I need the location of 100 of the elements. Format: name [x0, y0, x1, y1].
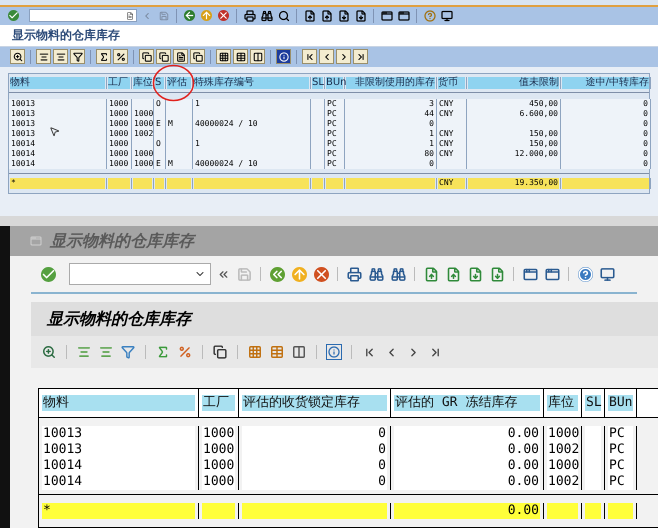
table-cell: 12.000,00 — [467, 148, 561, 159]
previous-icon[interactable] — [319, 49, 334, 64]
table-cell: 80 — [345, 148, 437, 159]
column-header[interactable]: 值未限制 — [468, 76, 559, 89]
cancel-icon[interactable] — [216, 8, 231, 24]
column-header[interactable]: 工厂 — [108, 76, 130, 89]
column-header[interactable]: 评估的收货锁定库存 — [242, 395, 387, 411]
table-cell: M — [166, 118, 193, 129]
table-cell: 40000024 / 10 — [193, 158, 311, 169]
info-icon[interactable] — [276, 49, 291, 64]
column-header[interactable]: 评估 — [167, 76, 191, 89]
column-header[interactable]: 非限制使用的库存 — [346, 76, 435, 89]
print-icon[interactable] — [242, 8, 257, 24]
table-cell: 1002 — [547, 442, 578, 458]
detail-icon[interactable] — [10, 49, 25, 64]
window-title: 显示物料的仓库库存 — [50, 230, 194, 252]
print-icon[interactable] — [345, 265, 363, 283]
column-header[interactable]: SL — [585, 395, 601, 411]
table-cell: 1000 — [132, 148, 154, 159]
info-icon[interactable] — [326, 344, 342, 360]
column-header[interactable]: BUn — [608, 395, 633, 411]
table-cell: 1000 — [202, 426, 235, 442]
table-cell: PC — [325, 118, 345, 129]
table-cell: PC — [608, 426, 633, 442]
total-cell — [202, 503, 235, 519]
check-icon[interactable] — [6, 8, 21, 24]
layout-grid-icon[interactable] — [216, 49, 231, 64]
total-cell — [133, 178, 152, 189]
export-icon[interactable] — [139, 49, 154, 64]
command-field[interactable] — [29, 9, 137, 22]
table-cell: PC — [325, 158, 345, 169]
total-cell: CNY — [438, 178, 465, 189]
table-cell: PC — [608, 458, 633, 474]
layout-icon[interactable] — [439, 8, 454, 24]
table-cell: E — [154, 118, 166, 129]
back-icon[interactable] — [268, 265, 286, 283]
change-layout-icon[interactable] — [233, 49, 248, 64]
table-cell: 0 — [561, 108, 651, 119]
help-icon[interactable] — [576, 265, 594, 283]
last-icon[interactable] — [353, 49, 368, 64]
column-header[interactable]: 评估的 GR 冻结库存 — [394, 395, 540, 411]
table-cell: 3 — [345, 98, 437, 109]
table-cell: PC — [325, 128, 345, 139]
find-icon[interactable] — [367, 265, 385, 283]
table-cell: 0.00 — [394, 442, 540, 458]
total-cell — [312, 178, 323, 189]
total-cell — [585, 503, 601, 519]
total-cell: * — [10, 178, 105, 189]
next-icon[interactable] — [336, 49, 351, 64]
table-cell: 1000 — [107, 148, 132, 159]
table-cell: 0 — [242, 426, 387, 442]
back-icon[interactable] — [182, 8, 197, 24]
column-header[interactable]: 特殊库存编号 — [194, 76, 309, 89]
column-header[interactable]: 货币 — [438, 76, 465, 89]
table-cell: 0 — [561, 128, 651, 139]
cancel-icon[interactable] — [312, 265, 330, 283]
table-cell: 0 — [561, 98, 651, 109]
table-cell: 0 — [561, 118, 651, 129]
table-cell: 1000 — [547, 426, 578, 442]
column-header[interactable]: 工厂 — [202, 395, 235, 411]
table-cell: 10014 — [9, 138, 107, 149]
column-header[interactable]: 库位 — [547, 395, 578, 411]
export-icon[interactable] — [212, 344, 228, 360]
column-header[interactable]: 物料 — [42, 395, 195, 411]
table-cell: 1 — [193, 138, 311, 149]
column-header[interactable]: SL — [312, 76, 323, 89]
total-cell: 19.350,00 — [468, 178, 559, 189]
find-icon[interactable] — [259, 8, 274, 24]
table-cell: 0 — [561, 148, 651, 159]
monitor-icon[interactable] — [598, 265, 616, 283]
word-processing-icon[interactable] — [173, 49, 188, 64]
table-cell: 1002 — [132, 128, 154, 139]
screen-title: 显示物料的仓库库存 — [47, 308, 191, 330]
command-field[interactable] — [69, 263, 211, 285]
filter-icon[interactable] — [70, 49, 85, 64]
table-cell: 10013 — [9, 108, 107, 119]
column-header[interactable]: 库位 — [133, 76, 152, 89]
table-cell: 0 — [345, 118, 437, 129]
table-cell: O — [154, 98, 166, 109]
first-icon[interactable] — [302, 49, 317, 64]
table-cell: 6.600,00 — [467, 108, 561, 119]
table-cell: PC — [325, 108, 345, 119]
table-cell: 0 — [242, 442, 387, 458]
table-cell: 1 — [345, 138, 437, 149]
table-cell: 0 — [345, 158, 437, 169]
total-cell — [326, 178, 343, 189]
sum-icon[interactable] — [96, 49, 111, 64]
column-header[interactable]: S — [155, 76, 164, 89]
table-cell: 1000 — [107, 118, 132, 129]
column-header[interactable]: 物料 — [10, 76, 105, 89]
table-cell: 1000 — [132, 118, 154, 129]
check-icon[interactable] — [39, 265, 57, 283]
table-cell: 0 — [242, 458, 387, 474]
table-cell: 0.00 — [394, 474, 540, 490]
subtotal-icon[interactable] — [113, 49, 128, 64]
table-cell: 1000 — [107, 158, 132, 169]
table-cell: 0 — [561, 138, 651, 149]
column-header[interactable]: 途中/中转库存 — [562, 76, 649, 89]
table-cell: CNY — [437, 138, 467, 149]
list-icon[interactable] — [126, 12, 134, 20]
